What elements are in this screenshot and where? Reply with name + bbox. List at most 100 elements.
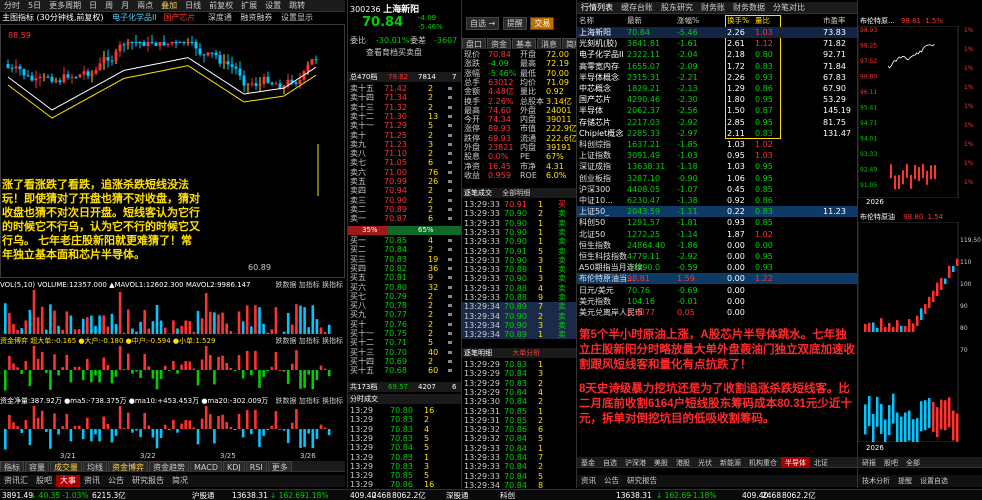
- sector-tab[interactable]: 港股: [672, 457, 694, 467]
- news-tab[interactable]: 资讯: [577, 475, 600, 487]
- watch-row[interactable]: 上证50_ 2043.59 -1.11 0.22 0.83 11.23: [577, 206, 857, 218]
- watch-row[interactable]: 创业板指 3287.10 -0.90 1.06 0.95: [577, 173, 857, 184]
- watch-tab[interactable]: 分笔对比: [769, 2, 809, 13]
- macd-tab[interactable]: 跌数据: [276, 397, 297, 405]
- mini-tab[interactable]: 研报: [858, 457, 880, 467]
- quote-tab[interactable]: 盘口: [462, 38, 486, 49]
- watch-col-header[interactable]: 市盈率: [823, 16, 846, 26]
- watch-row[interactable]: Chiplet概念 2285.33 -2.97 2.11 0.83 131.47: [577, 128, 857, 139]
- toolbar-btn[interactable]: 日: [85, 0, 101, 12]
- watch-row[interactable]: 电子化学品II 2322.11 -2.04 2.18 0.80 92.71: [577, 49, 857, 60]
- watch-row[interactable]: 恒生指数 24864.40 -1.86 0.00 0.00: [577, 240, 857, 251]
- watch-col-header[interactable]: 名称: [579, 16, 594, 26]
- vol-tab[interactable]: 跌数据: [276, 281, 297, 289]
- alert-button[interactable]: 提醒: [502, 17, 527, 30]
- sector-tab-active[interactable]: 半导体: [781, 457, 810, 467]
- indicator-tab[interactable]: KDJ: [222, 461, 245, 471]
- vol-tab[interactable]: 换指标: [322, 281, 343, 289]
- watch-row[interactable]: 高零宽内存 1655.07 -2.09 1.72 0.83 71.84: [577, 61, 857, 72]
- chart-tab[interactable]: 国产芯片: [163, 13, 195, 22]
- watch-col-header[interactable]: 量比: [755, 16, 770, 26]
- quote-tab[interactable]: 简版: [562, 38, 576, 49]
- watch-row[interactable]: 美元兑离岸人民币 6.9077 0.05 0.00: [577, 307, 857, 318]
- indicator-tab[interactable]: RSI: [245, 461, 267, 471]
- watch-row[interactable]: 布伦特原油当... 98.81 1.59 0.00 1.22: [577, 273, 857, 285]
- toolbar-btn[interactable]: 月: [117, 0, 133, 12]
- sector-tab[interactable]: 自选: [599, 457, 621, 467]
- indicator-tab[interactable]: MACD: [190, 461, 222, 471]
- news-tab[interactable]: 公告: [600, 475, 623, 487]
- quote-tab[interactable]: 基本: [512, 38, 536, 49]
- indicator-tab[interactable]: 容量: [25, 461, 49, 471]
- watch-row[interactable]: 半导体 2062.37 -2.56 1.50 0.87 145.19: [577, 105, 857, 116]
- indicator-tab[interactable]: 均线: [83, 461, 107, 471]
- watch-tab[interactable]: 行情列表: [577, 2, 617, 13]
- mini-tab[interactable]: 股吧: [880, 457, 902, 467]
- bottom-tab[interactable]: 资讯: [80, 475, 104, 487]
- toolbar-btn[interactable]: 跳转: [285, 0, 309, 12]
- trades-tab[interactable]: 大单分析: [512, 349, 540, 357]
- sector-tab[interactable]: 北证: [810, 457, 832, 467]
- indicator-tab[interactable]: 资金博弈: [108, 461, 148, 471]
- watchlist-button[interactable]: 自选 →: [466, 17, 500, 30]
- bottom-tab[interactable]: 研究报告: [128, 475, 168, 487]
- toolbar-btn[interactable]: 扩展: [237, 0, 261, 12]
- vol-tab[interactable]: 加指标: [299, 281, 320, 289]
- sector-tab[interactable]: 机构重仓: [745, 457, 781, 467]
- watch-tab[interactable]: 股东研究: [657, 2, 697, 13]
- macd-tab[interactable]: 加指标: [299, 397, 320, 405]
- watch-col-header[interactable]: 最新: [627, 16, 642, 26]
- mini-tab[interactable]: 全部: [902, 457, 924, 467]
- watch-row[interactable]: A50期指当月连续 14590.0 -0.59 0.00 0.93: [577, 262, 857, 273]
- indicator-tab[interactable]: 资金趋势: [149, 461, 189, 471]
- bottom-tab[interactable]: 资讯汇: [0, 475, 32, 487]
- watch-tab[interactable]: 缓存台账: [617, 2, 657, 13]
- fund-tab[interactable]: 跌数据: [276, 337, 297, 345]
- fund-tab[interactable]: 加指标: [299, 337, 320, 345]
- watch-row[interactable]: 上证指数 3091.49 -1.03 0.95 1.03: [577, 150, 857, 161]
- depth-link[interactable]: 查看育档买卖盘: [366, 48, 422, 57]
- watch-tab[interactable]: 财务数据: [729, 2, 769, 13]
- sector-tab[interactable]: 美股: [650, 457, 672, 467]
- sector-tab[interactable]: 光伏: [694, 457, 716, 467]
- indicator-tab[interactable]: 指标: [0, 461, 24, 471]
- toolbar-btn[interactable]: 分时: [0, 0, 24, 12]
- bottom-tab-active[interactable]: 大事: [56, 475, 80, 487]
- fund-tab[interactable]: 换指标: [322, 337, 343, 345]
- watch-row[interactable]: 恒生科技指数 4779.11 -2.92 0.00 0.95: [577, 251, 857, 262]
- indicator-tab[interactable]: 更多: [267, 461, 292, 471]
- watch-row[interactable]: 科创50 1291.57 -1.81 0.93 0.85: [577, 217, 857, 228]
- news-tab[interactable]: 研究报告: [623, 475, 661, 487]
- watch-row[interactable]: 国产芯片 4290.46 -2.30 1.80 0.95 53.29: [577, 94, 857, 105]
- bottom-tab[interactable]: 公告: [104, 475, 128, 487]
- foot-link[interactable]: 设置自选: [916, 475, 952, 487]
- watch-row[interactable]: 日元/美元 70.76 -0.69 0.00: [577, 285, 857, 296]
- watch-row[interactable]: 美元指数 104.16 -0.01 0.00: [577, 296, 857, 307]
- watch-row[interactable]: 科创综指 1637.21 -1.85 1.03 1.02: [577, 139, 857, 150]
- watch-col-header[interactable]: 涨幅%: [677, 16, 699, 26]
- watch-col-header[interactable]: 换手%: [727, 16, 749, 26]
- trades-tab[interactable]: 全部明细: [502, 189, 530, 197]
- toolbar-btn[interactable]: 前复权: [205, 0, 237, 12]
- indicator-tab[interactable]: 成交量: [50, 461, 82, 471]
- chart-tab[interactable]: 设置显示: [281, 13, 313, 22]
- toolbar-btn-active[interactable]: 叠加: [157, 0, 181, 12]
- toolbar-btn[interactable]: 5日: [24, 0, 45, 12]
- macd-tab[interactable]: 换指标: [322, 397, 343, 405]
- watch-row[interactable]: 光刻机(胶) 3841.81 -1.61 2.61 1.12 71.82: [577, 38, 857, 49]
- bottom-tab[interactable]: 简况: [168, 475, 192, 487]
- toolbar-btn[interactable]: 兩点: [133, 0, 157, 12]
- toolbar-btn[interactable]: 日线: [181, 0, 205, 12]
- toolbar-btn[interactable]: 设置: [261, 0, 285, 12]
- watch-row[interactable]: 上海新阳 70.84 -5.46 2.26 1.03 73.83: [577, 27, 857, 38]
- watch-row[interactable]: 半导体概念 2315.31 -2.21 2.26 0.93 67.83: [577, 72, 857, 83]
- watch-row[interactable]: 北证50 1272.25 -1.14 1.87 1.02: [577, 229, 857, 240]
- bottom-tab[interactable]: 股吧: [32, 475, 56, 487]
- quote-tab[interactable]: 资金: [487, 38, 511, 49]
- trade-button[interactable]: 交易: [530, 17, 555, 30]
- chart-tab[interactable]: 深度通: [208, 13, 232, 22]
- foot-link[interactable]: 技术分析: [858, 475, 894, 487]
- watch-tab[interactable]: 财务账: [697, 2, 729, 13]
- watch-row[interactable]: 中证10... 6230.47 -1.38 0.92 0.86: [577, 195, 857, 206]
- watch-row[interactable]: 沪深300 4408.05 -1.07 0.45 0.85: [577, 184, 857, 195]
